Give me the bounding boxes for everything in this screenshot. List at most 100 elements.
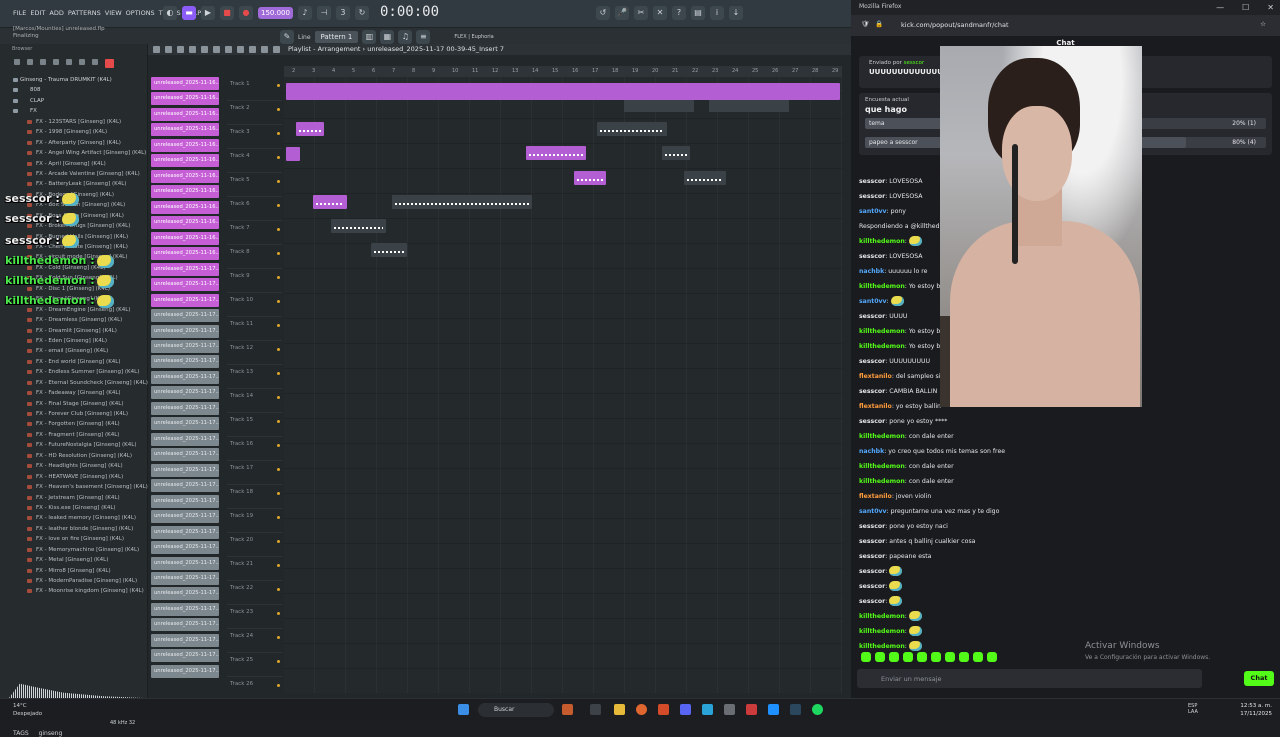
audio-clip[interactable] — [286, 83, 840, 100]
wait-icon[interactable]: ⊣ — [316, 6, 331, 20]
play-button[interactable]: ▶ — [201, 6, 215, 20]
chat-username[interactable]: killthedemon — [859, 238, 905, 245]
folder-item[interactable]: 808 — [0, 85, 148, 95]
browser-item[interactable]: FX - love on fire [Ginseng] (K4L) — [0, 534, 148, 544]
browser-item[interactable]: FX - Forever Club [Ginseng] (K4L) — [0, 409, 148, 419]
address-bar[interactable]: 🛡 🔒 kick.com/popout/sandmanfr/chat ☆ — [851, 15, 1280, 36]
clip-item[interactable]: unreleased_2025-11-17... — [151, 602, 219, 616]
steam-icon[interactable] — [790, 704, 801, 715]
track-header[interactable]: Track 5 — [227, 173, 282, 197]
chat-username[interactable]: killthedemon — [859, 613, 905, 620]
clip-item[interactable]: unreleased_2025-11-17... — [151, 525, 219, 539]
clip-item[interactable]: unreleased_2025-11-17... — [151, 432, 219, 446]
audio-clip[interactable] — [624, 100, 694, 112]
file-explorer-icon[interactable] — [614, 704, 625, 715]
audio-clip[interactable] — [331, 219, 386, 233]
clip-item[interactable]: unreleased_2025-11-17... — [151, 510, 219, 524]
menu-item[interactable]: FILE — [13, 9, 26, 17]
metronome-icon[interactable]: ♪ — [297, 6, 312, 20]
clip-item[interactable]: unreleased_2025-11-17... — [151, 309, 219, 323]
track-header[interactable]: Track 25 — [227, 653, 282, 677]
emote-icon[interactable] — [875, 652, 885, 662]
options-icon[interactable] — [153, 46, 160, 53]
plugin-db-icon[interactable] — [105, 59, 114, 68]
app-icon[interactable] — [658, 704, 669, 715]
chat-username[interactable]: sesscor — [859, 313, 885, 320]
app-icon[interactable] — [562, 704, 573, 715]
tags-value[interactable]: ginseng — [39, 730, 63, 737]
browser-item[interactable]: FX - 123STARS [Ginseng] (K4L) — [0, 117, 148, 127]
browser-item[interactable]: FX - FutureNostalgia [Ginseng] (K4L) — [0, 440, 148, 450]
browser-item[interactable]: FX - ModernParadise [Ginseng] (K4L) — [0, 576, 148, 586]
chat-username[interactable]: sesscor — [859, 538, 885, 545]
firefox-icon[interactable] — [636, 704, 647, 715]
clip-item[interactable]: unreleased_2025-11-17... — [151, 401, 219, 415]
clip-item[interactable]: unreleased_2025-11-17... — [151, 339, 219, 353]
clip-item[interactable]: unreleased_2025-11-16... — [151, 185, 219, 199]
audio-clip[interactable] — [296, 122, 324, 136]
app-icon[interactable] — [724, 704, 735, 715]
close-icon[interactable]: ✕ — [1267, 3, 1274, 12]
clip-item[interactable]: unreleased_2025-11-16... — [151, 169, 219, 183]
clip-item[interactable]: unreleased_2025-11-17... — [151, 370, 219, 384]
folder-item[interactable]: CLAP — [0, 96, 148, 106]
audio-clip[interactable] — [286, 147, 300, 161]
draw-mode-icon[interactable]: ✎ — [280, 30, 294, 44]
browser-item[interactable]: FX - 1998 [Ginseng] (K4L) — [0, 127, 148, 137]
app-icon[interactable] — [768, 704, 779, 715]
root-folder[interactable]: Ginseng - Trauma DRUMKIT (K4L) — [0, 75, 148, 85]
emote-icon[interactable] — [945, 652, 955, 662]
browser-item[interactable]: FX - Metal [Ginseng] (K4L) — [0, 555, 148, 565]
chat-username[interactable]: sesscor — [859, 553, 885, 560]
emote-icon[interactable] — [889, 652, 899, 662]
slip-icon[interactable] — [213, 46, 220, 53]
audio-clip[interactable] — [526, 146, 586, 160]
menu-item[interactable]: OPTIONS — [126, 9, 155, 17]
clip-item[interactable]: unreleased_2025-11-17... — [151, 479, 219, 493]
cut-icon[interactable]: ✂ — [634, 6, 648, 20]
snap-select[interactable]: Line — [298, 34, 311, 41]
browser-item[interactable]: FX - Forgotten [Ginseng] (K4L) — [0, 419, 148, 429]
audio-clip[interactable] — [684, 171, 726, 185]
track-header[interactable]: Track 24 — [227, 629, 282, 653]
clip-item[interactable]: unreleased_2025-11-17... — [151, 541, 219, 555]
browser-item[interactable]: FX - Jetstream [Ginseng] (K4L) — [0, 493, 148, 503]
app-icon[interactable] — [746, 704, 757, 715]
box-icon[interactable] — [92, 59, 98, 65]
taskbar-search[interactable]: Buscar — [478, 703, 554, 717]
browser-item[interactable]: FX - Final Stage [Ginseng] (K4L) — [0, 399, 148, 409]
back-icon[interactable] — [14, 59, 20, 65]
mute-icon[interactable] — [201, 46, 208, 53]
chat-username[interactable]: flextanilo — [859, 493, 892, 500]
track-header[interactable]: Track 3 — [227, 125, 282, 149]
draw-icon[interactable] — [165, 46, 172, 53]
chat-username[interactable]: killthedemon — [859, 343, 905, 350]
star-icon[interactable] — [79, 59, 85, 65]
chat-username[interactable]: sesscor — [859, 418, 885, 425]
list-icon[interactable] — [40, 59, 46, 65]
browser-item[interactable]: FX - Heaven's basement [Ginseng] (K4L) — [0, 482, 148, 492]
emote-icon[interactable] — [959, 652, 969, 662]
track-header[interactable]: Track 10 — [227, 293, 282, 317]
chat-username[interactable]: sesscor — [859, 358, 885, 365]
countdown-icon[interactable]: 3 — [335, 6, 350, 20]
browser-item[interactable]: FX - Memorymachine [Ginseng] (K4L) — [0, 545, 148, 555]
browser-item[interactable]: FX - Eternal Soundcheck [Ginseng] (K4L) — [0, 378, 148, 388]
cloud-icon[interactable] — [66, 59, 72, 65]
clip-item[interactable]: unreleased_2025-11-17... — [151, 618, 219, 632]
chat-username[interactable]: sesscor — [859, 523, 885, 530]
chat-username[interactable]: sesscor — [859, 388, 885, 395]
clip-item[interactable]: unreleased_2025-11-17... — [151, 494, 219, 508]
clip-item[interactable]: unreleased_2025-11-16... — [151, 231, 219, 245]
menu-item[interactable]: EDIT — [30, 9, 45, 17]
track-header[interactable]: Track 14 — [227, 389, 282, 413]
chat-input[interactable]: Enviar un mensaje — [857, 669, 1202, 688]
track-header[interactable]: Track 19 — [227, 509, 282, 533]
folder-item[interactable]: FX — [0, 106, 148, 116]
play-icon[interactable] — [261, 46, 268, 53]
snap-icon[interactable] — [273, 46, 280, 53]
chat-username[interactable]: sant0vv — [859, 298, 887, 305]
language-indicator[interactable]: ESP LAA — [1188, 703, 1208, 715]
clip-item[interactable]: unreleased_2025-11-17... — [151, 278, 219, 292]
chat-username[interactable]: nachbk — [859, 448, 884, 455]
